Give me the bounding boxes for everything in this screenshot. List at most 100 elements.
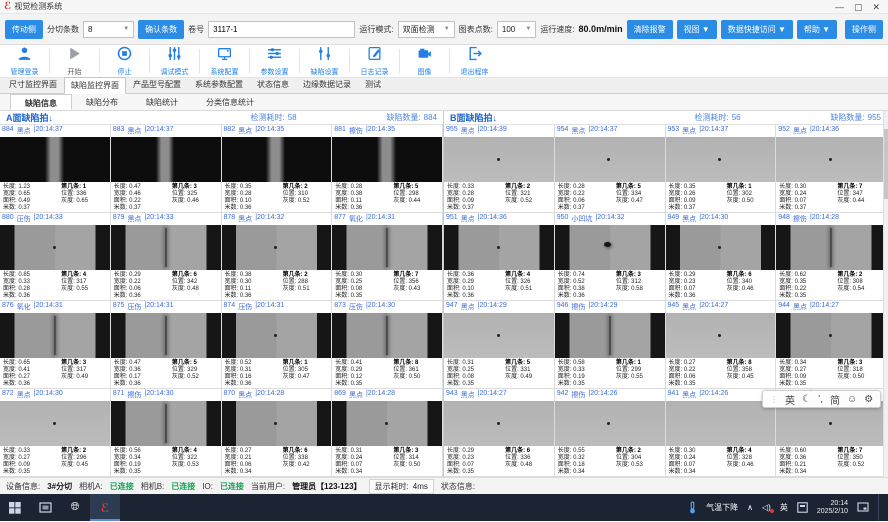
tab-边缘数据记录[interactable]: 边缘数据记录 [296,76,358,93]
weather-text[interactable]: 气温下降 [706,502,738,513]
defect-thumbnail[interactable] [222,225,332,270]
ime-language-badge[interactable]: 英 [780,502,788,513]
subtab-缺陷分布[interactable]: 缺陷分布 [72,94,132,110]
ime-simplified[interactable]: 简 [830,392,840,407]
defect-thumbnail[interactable] [555,225,665,270]
defect-thumbnail[interactable] [0,313,110,358]
ime-settings-icon[interactable]: ⚙ [864,394,873,405]
defect-cell-943[interactable]: 943黑点|20:14:27长度: 0.29宽度: 0.23面积: 0.07米数… [444,389,555,477]
defect-thumbnail[interactable] [332,401,442,446]
defect-thumbnail[interactable] [222,401,332,446]
tab-尺寸监控界面[interactable]: 尺寸监控界面 [2,76,64,93]
defect-thumbnail[interactable] [555,137,665,182]
action-exit-button[interactable]: 退出程序 [452,46,497,77]
action-sliders-button[interactable]: 缺陷设置 [302,46,347,77]
defect-cell-870[interactable]: 870黑点|20:14:28长度: 0.27宽度: 0.21面积: 0.06米数… [222,389,333,477]
defect-thumbnail[interactable] [222,137,332,182]
defect-thumbnail[interactable] [444,137,554,182]
action-camera-button[interactable]: 图像 [402,46,447,77]
tray-expand-icon[interactable]: ∧ [747,503,753,512]
defect-cell-948[interactable]: 948擦伤|20:14:28长度: 0.62宽度: 0.35面积: 0.22米数… [776,213,887,301]
defect-cell-869[interactable]: 869黑点|20:14:28长度: 0.31宽度: 0.24面积: 0.07米数… [332,389,443,477]
tab-状态信息[interactable]: 状态信息 [250,76,296,93]
defect-cell-941[interactable]: 941黑点|20:14:26长度: 0.30宽度: 0.24面积: 0.07米数… [666,389,777,477]
action-params-button[interactable]: 参数设置 [252,46,297,77]
ime-moon-icon[interactable]: ☾ [802,394,811,405]
defect-cell-875[interactable]: 875压伤|20:14:31长度: 0.47宽度: 0.36面积: 0.17米数… [111,301,222,389]
defect-cell-950[interactable]: 950小凹坑|20:14:32长度: 0.74宽度: 0.52面积: 0.38米… [555,213,666,301]
action-monitor-button[interactable]: 系统配置 [202,46,247,77]
slit-count-select[interactable]: 8▼ [83,21,134,38]
defect-cell-873[interactable]: 873压伤|20:14:30长度: 0.41宽度: 0.29面积: 0.12米数… [332,301,443,389]
defect-thumbnail[interactable] [111,137,221,182]
tab-系统参数配置[interactable]: 系统参数配置 [188,76,250,93]
close-button[interactable]: ✕ [872,2,880,12]
defect-thumbnail[interactable] [111,225,221,270]
action-log-button[interactable]: 日志记录 [352,46,397,77]
taskbar-app-browser[interactable]: 🌐︎ [60,494,90,521]
action-play-button[interactable]: 开始 [52,46,97,77]
defect-cell-955[interactable]: 955黑点|20:14:39长度: 0.33宽度: 0.28面积: 0.09米数… [444,125,555,213]
ime-toolbar[interactable]: ⋮ 英 ☾ ’, 简 ☺ ⚙ [762,390,881,408]
ime-drag-handle[interactable]: ⋮ [770,395,778,404]
volume-icon[interactable]: ◁) [762,503,771,512]
chart-points-select[interactable]: 100▼ [497,21,536,38]
task-view-button[interactable] [30,494,60,521]
defect-cell-872[interactable]: 872黑点|20:14:30长度: 0.33宽度: 0.27面积: 0.09米数… [0,389,111,477]
defect-thumbnail[interactable] [0,401,110,446]
defect-thumbnail[interactable] [776,137,886,182]
action-stop-button[interactable]: 停止 [102,46,147,77]
defect-cell-942[interactable]: 942擦伤|20:14:26长度: 0.55宽度: 0.32面积: 0.18米数… [555,389,666,477]
tab-产品型号配置[interactable]: 产品型号配置 [126,76,188,93]
defect-thumbnail[interactable] [444,401,554,446]
defect-thumbnail[interactable] [222,313,332,358]
ime-emoji-icon[interactable]: ☺ [847,394,857,405]
defect-thumbnail[interactable] [666,401,776,446]
defect-cell-954[interactable]: 954黑点|20:14:37长度: 0.28宽度: 0.22面积: 0.06米数… [555,125,666,213]
defect-thumbnail[interactable] [111,313,221,358]
defect-thumbnail[interactable] [666,313,776,358]
defect-cell-947[interactable]: 947黑点|20:14:29长度: 0.31宽度: 0.25面积: 0.08米数… [444,301,555,389]
roll-number-input[interactable] [208,21,355,38]
operator-side-button[interactable]: 操作侧 [845,20,883,39]
defect-cell-879[interactable]: 879黑点|20:14:33长度: 0.29宽度: 0.22面积: 0.06米数… [111,213,222,301]
defect-thumbnail[interactable] [332,137,442,182]
defect-cell-871[interactable]: 871擦伤|20:14:30长度: 0.56宽度: 0.34面积: 0.19米数… [111,389,222,477]
defect-cell-949[interactable]: 949黑点|20:14:30长度: 0.29宽度: 0.23面积: 0.07米数… [666,213,777,301]
run-mode-select[interactable]: 双面检测▼ [398,21,455,38]
notification-icon[interactable] [857,502,869,513]
minimize-button[interactable]: — [835,2,844,12]
subtab-分类信息统计[interactable]: 分类信息统计 [192,94,268,110]
defect-cell-952[interactable]: 952黑点|20:14:36长度: 0.30宽度: 0.24面积: 0.07米数… [776,125,887,213]
defect-cell-946[interactable]: 946擦伤|20:14:29长度: 0.58宽度: 0.33面积: 0.19米数… [555,301,666,389]
defect-thumbnail[interactable] [332,225,442,270]
defect-cell-877[interactable]: 877氧化|20:14:31长度: 0.30宽度: 0.25面积: 0.08米数… [332,213,443,301]
defect-thumbnail[interactable] [0,137,110,182]
defect-cell-953[interactable]: 953黑点|20:14:37长度: 0.35宽度: 0.26面积: 0.09米数… [666,125,777,213]
defect-thumbnail[interactable] [776,225,886,270]
data-quick-access-menu-button[interactable]: 数据快捷访问 ▼ [721,20,793,39]
subtab-缺陷统计[interactable]: 缺陷统计 [132,94,192,110]
view-menu-button[interactable]: 视图 ▼ [677,20,717,39]
action-debug-button[interactable]: 调试模式 [152,46,197,77]
ime-lang-en[interactable]: 英 [785,392,795,407]
defect-thumbnail[interactable] [111,401,221,446]
defect-thumbnail[interactable] [666,225,776,270]
tab-测试[interactable]: 测试 [358,76,388,93]
ime-panel-icon[interactable] [797,502,808,513]
subtab-缺陷信息[interactable]: 缺陷信息 [10,94,72,110]
drive-side-button[interactable]: 传动侧 [5,20,43,39]
defect-cell-874[interactable]: 874压伤|20:14:31长度: 0.52宽度: 0.31面积: 0.16米数… [222,301,333,389]
clear-alarm-button[interactable]: 清除报警 [627,20,673,39]
defect-cell-883[interactable]: 883黑点|20:14:37长度: 0.47宽度: 0.46面积: 0.22米数… [111,125,222,213]
defect-thumbnail[interactable] [666,137,776,182]
maximize-button[interactable]: ▢ [854,2,863,12]
defect-thumbnail[interactable] [555,401,665,446]
action-user-button[interactable]: 管理登录 [2,46,47,77]
defect-cell-882[interactable]: 882黑点|20:14:35长度: 0.35宽度: 0.28面积: 0.10米数… [222,125,333,213]
defect-cell-945[interactable]: 945黑点|20:14:27长度: 0.27宽度: 0.22面积: 0.06米数… [666,301,777,389]
tab-缺陷监控界面[interactable]: 缺陷监控界面 [64,77,126,94]
ime-punctuation[interactable]: ’, [818,394,823,405]
confirm-count-button[interactable]: 确认条数 [138,20,184,39]
defect-thumbnail[interactable] [776,313,886,358]
